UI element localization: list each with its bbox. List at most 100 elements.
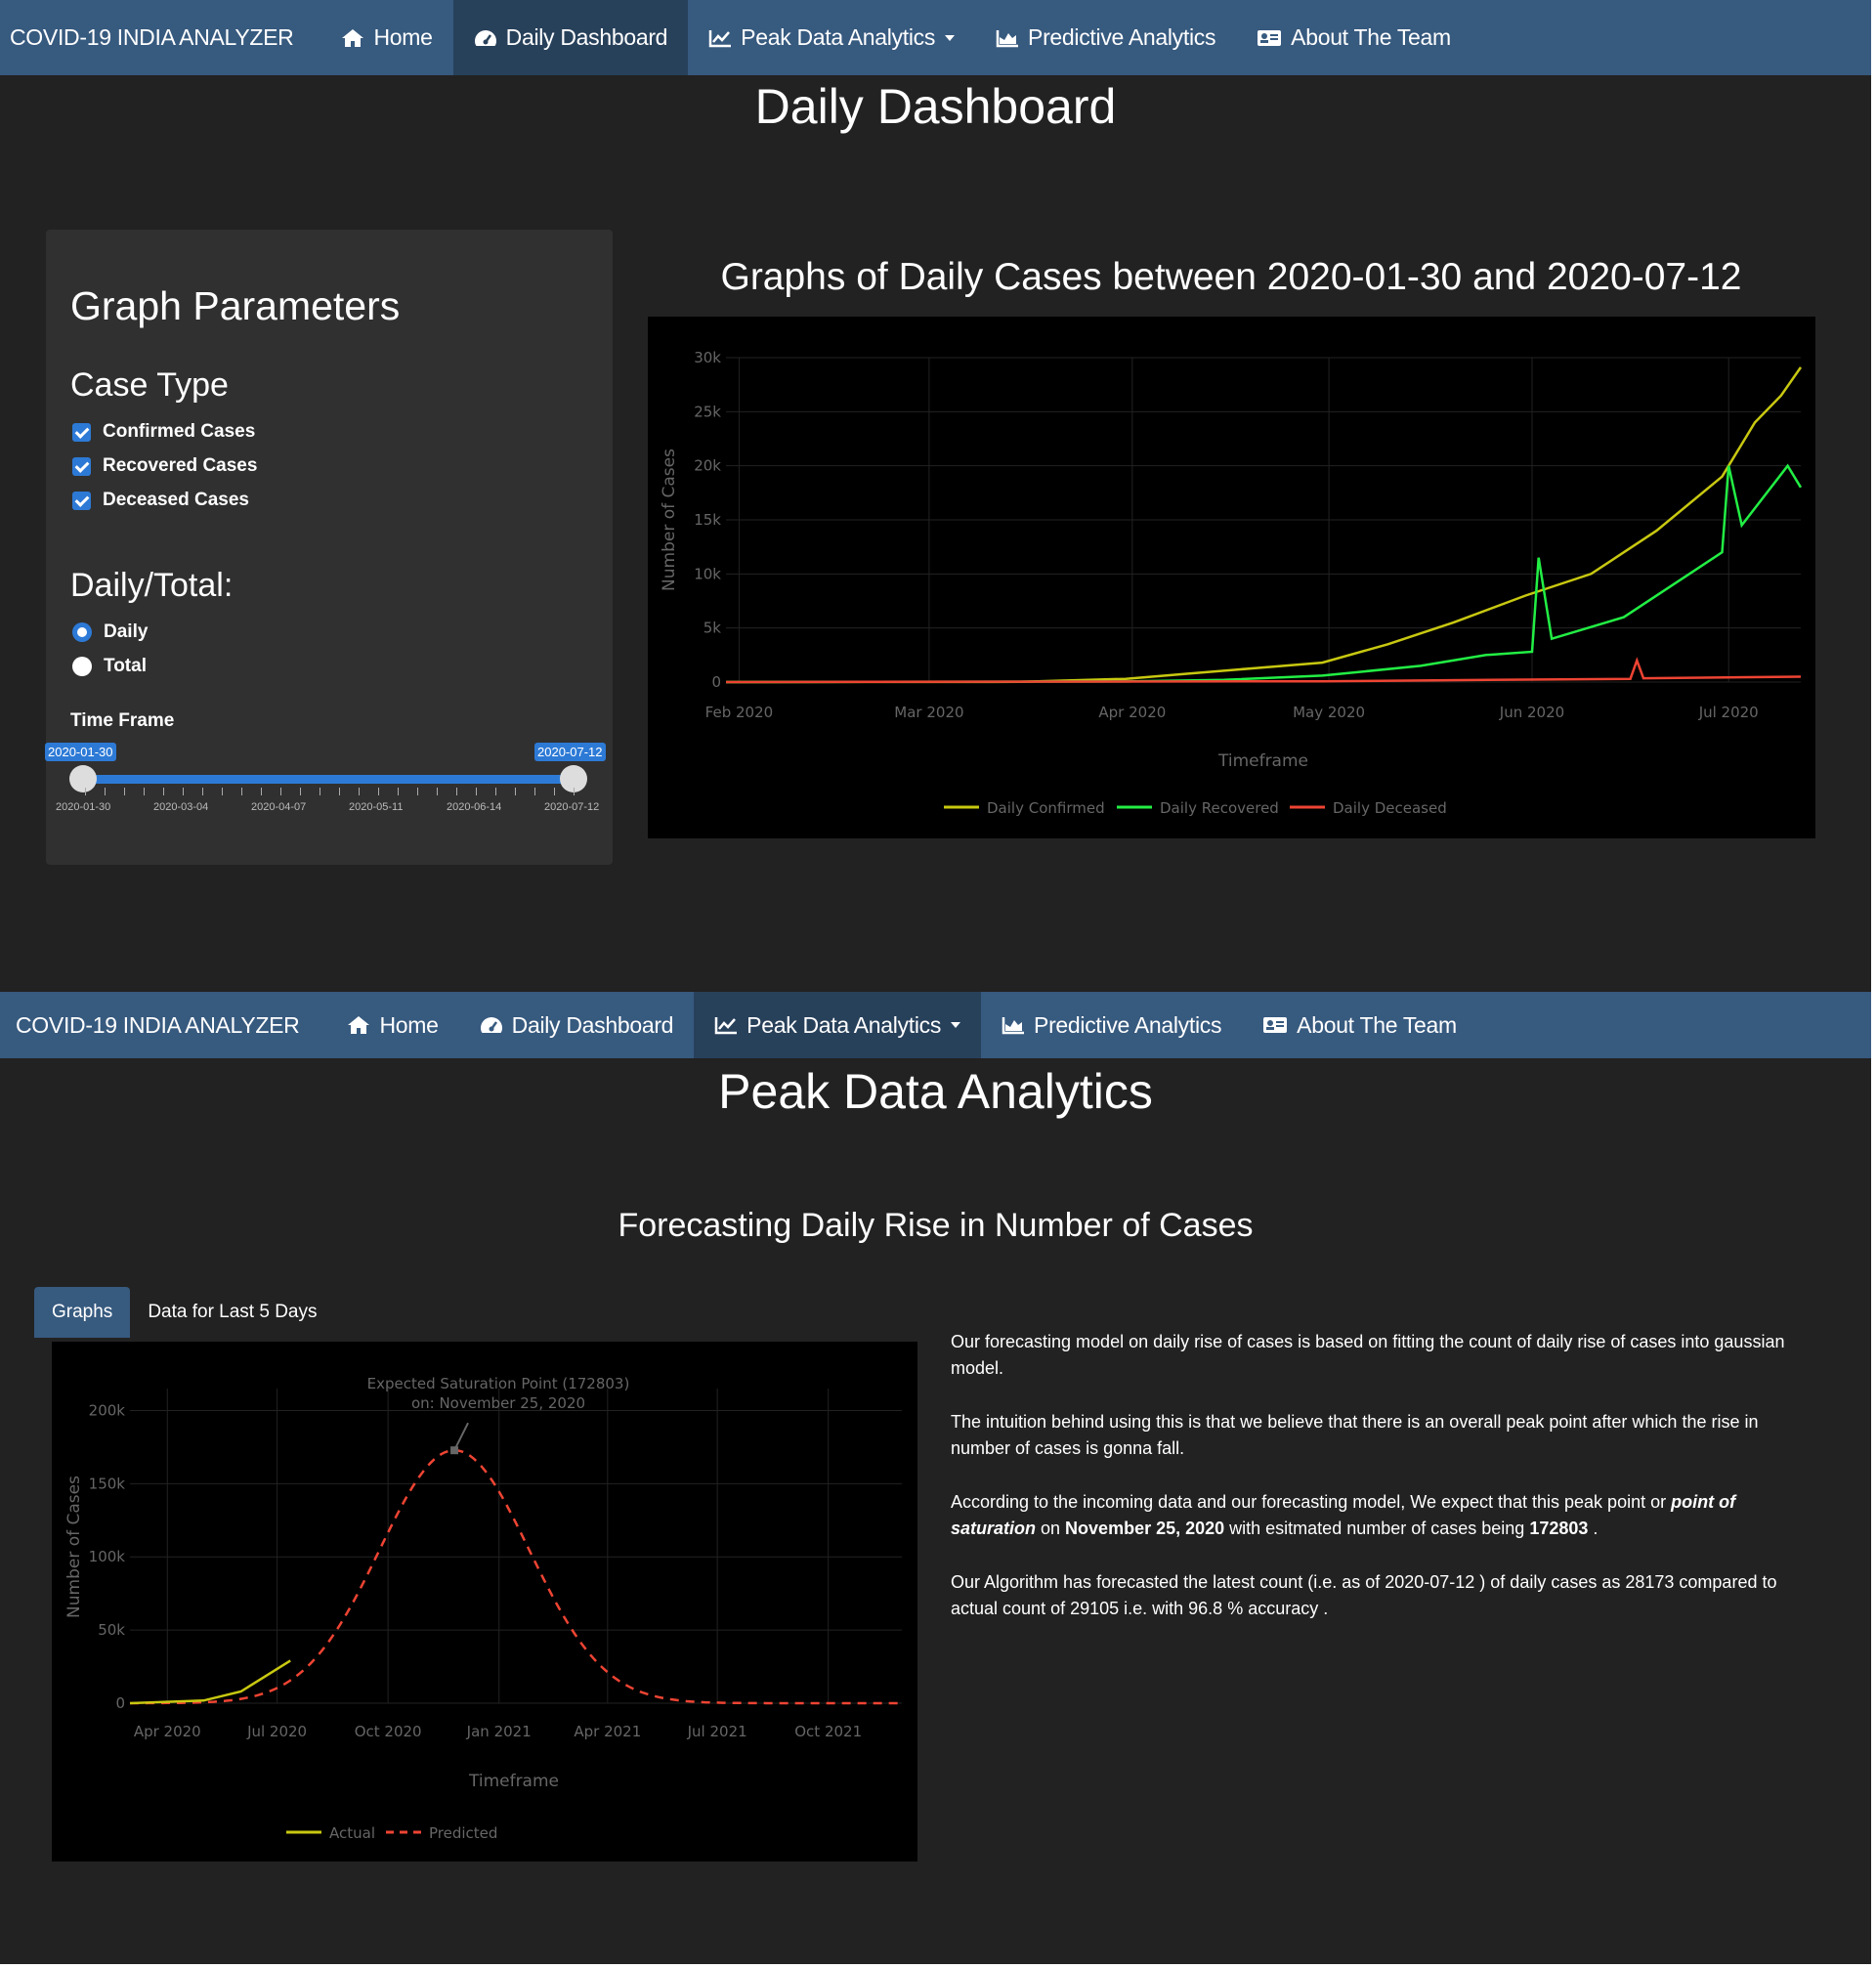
radio-label: Daily	[104, 621, 149, 642]
description-paragraph: According to the incoming data and our f…	[951, 1489, 1811, 1542]
y-tick-label: 0	[711, 673, 721, 691]
navbar: COVID-19 INDIA ANALYZER Home Daily Dashb…	[0, 0, 1871, 75]
y-tick-label: 30k	[694, 349, 721, 366]
annotation-marker	[450, 1446, 459, 1455]
slider-tick	[339, 788, 340, 795]
slider-tick	[554, 788, 555, 795]
nav-home[interactable]: Home	[320, 0, 452, 75]
x-tick-label: Jul 2020	[246, 1723, 307, 1740]
tab-graphs[interactable]: Graphs	[34, 1287, 131, 1338]
slider-tick-label: 2020-07-12	[544, 801, 600, 813]
y-tick-label: 100k	[89, 1548, 126, 1565]
description-paragraph: Our forecasting model on daily rise of c…	[951, 1332, 1785, 1378]
slider-tick	[378, 788, 379, 795]
slider-to-badge: 2020-07-12	[534, 743, 606, 761]
slider-tick	[144, 788, 145, 795]
checkbox-checked-icon	[72, 422, 91, 442]
checkbox-label: Deceased Cases	[103, 490, 249, 510]
x-tick-label: Jul 2021	[687, 1723, 747, 1740]
time-frame-label: Time Frame	[70, 710, 175, 731]
nav-peak-label: Peak Data Analytics	[741, 24, 936, 50]
slider-tick	[222, 788, 223, 795]
brand[interactable]: COVID-19 INDIA ANALYZER	[0, 0, 320, 75]
radio-empty-icon	[72, 657, 92, 676]
peak-date: November 25, 2020	[1065, 1519, 1225, 1538]
nav-peak-data-analytics[interactable]: Peak Data Analytics	[688, 0, 975, 75]
daily-total-label: Daily/Total:	[70, 567, 234, 604]
slider-tick-label: 2020-03-04	[153, 801, 209, 813]
slider-tick	[437, 788, 438, 795]
slider-tick	[534, 788, 535, 795]
description-paragraph: The intuition behind using this is that …	[951, 1412, 1759, 1458]
x-axis-title: Timeframe	[468, 1772, 559, 1791]
y-tick-label: 10k	[694, 565, 721, 582]
slider-tick	[300, 788, 301, 795]
chart-title: Graphs of Daily Cases between 2020-01-30…	[720, 256, 1742, 298]
checkbox-confirmed[interactable]: Confirmed Cases	[72, 421, 255, 443]
tab-last-5-days[interactable]: Data for Last 5 Days	[130, 1287, 334, 1338]
brand[interactable]: COVID-19 INDIA ANALYZER	[0, 992, 326, 1058]
slider-tick	[124, 788, 125, 795]
y-tick-label: 5k	[704, 620, 722, 637]
slider-tick-label: 2020-04-07	[251, 801, 307, 813]
x-tick-label: Oct 2021	[794, 1723, 862, 1740]
y-tick-label: 200k	[89, 1401, 126, 1419]
forecast-chart-svg[interactable]: 0 50k 100k 150k 200k Apr 2020 Jul 2020 Oct 2020…	[52, 1342, 917, 1862]
nav-predictive-label: Predictive Analytics	[1028, 24, 1216, 50]
id-card-icon	[1258, 29, 1282, 46]
y-axis-title: Number of Cases	[64, 1476, 84, 1618]
forecast-chart: 0 50k 100k 150k 200k Apr 2020 Jul 2020 Oct 2020…	[52, 1342, 917, 1862]
checkbox-recovered[interactable]: Recovered Cases	[72, 455, 257, 477]
slider-tick	[456, 788, 457, 795]
x-tick-label: Feb 2020	[705, 704, 774, 721]
y-axis-title: Number of Cases	[660, 449, 679, 591]
checkbox-label: Confirmed Cases	[103, 421, 256, 442]
nav-about-team[interactable]: About The Team	[1242, 992, 1477, 1058]
checkbox-checked-icon	[72, 491, 91, 510]
line-chart-icon	[708, 29, 732, 47]
nav-home-label: Home	[373, 24, 433, 50]
legend-label: Daily Recovered	[1160, 799, 1279, 817]
nav-about-team[interactable]: About The Team	[1236, 0, 1471, 75]
x-tick-label: Apr 2020	[1098, 704, 1166, 721]
section-subtitle: Forecasting Daily Rise in Number of Case…	[618, 1207, 1254, 1244]
checkbox-checked-icon	[72, 456, 91, 476]
peak-data-analytics-screen: COVID-19 INDIA ANALYZER Home Daily Dashb…	[0, 992, 1871, 1964]
nav-predictive-analytics[interactable]: Predictive Analytics	[975, 0, 1236, 75]
nav-peak-data-analytics[interactable]: Peak Data Analytics	[694, 992, 982, 1058]
page-title: Daily Dashboard	[754, 79, 1117, 134]
nav-predictive-analytics[interactable]: Predictive Analytics	[981, 992, 1242, 1058]
legend-label: Daily Confirmed	[987, 799, 1105, 817]
navbar: COVID-19 INDIA ANALYZER Home Daily Dashb…	[0, 992, 1871, 1058]
nav-daily-dashboard[interactable]: Daily Dashboard	[452, 0, 689, 75]
slider-range[interactable]	[85, 775, 574, 784]
series-actual-line	[129, 1659, 291, 1705]
slider-tick	[163, 788, 164, 795]
nav-predictive-label: Predictive Analytics	[1034, 1011, 1222, 1038]
slider-tick-label: 2020-06-14	[447, 801, 502, 813]
x-tick-label: Jul 2020	[1698, 704, 1759, 721]
legend-label: Actual	[329, 1824, 375, 1842]
slider-tick-label: 2020-01-30	[56, 801, 111, 813]
series-confirmed-line	[725, 366, 1803, 684]
checkbox-deceased[interactable]: Deceased Cases	[72, 490, 249, 511]
series-predicted-line	[130, 1448, 901, 1705]
panel-title: Graph Parameters	[70, 283, 401, 328]
slider-tick	[398, 788, 399, 795]
radio-daily[interactable]: Daily	[72, 621, 148, 643]
x-tick-label: Jan 2021	[466, 1723, 532, 1740]
chevron-down-icon	[945, 34, 956, 41]
radio-total[interactable]: Total	[72, 656, 147, 677]
slider-tick-label: 2020-05-11	[349, 801, 404, 813]
nav-home[interactable]: Home	[326, 992, 458, 1058]
slider-handle-from[interactable]	[69, 765, 97, 792]
nav-daily-dashboard[interactable]: Daily Dashboard	[459, 992, 695, 1058]
text: According to the incoming data and our f…	[951, 1492, 1672, 1512]
slider-tick	[515, 788, 516, 795]
slider-from-badge: 2020-01-30	[45, 743, 116, 761]
slider-tick	[241, 788, 242, 795]
daily-cases-chart-svg[interactable]: 0 5k 10k 15k 20k 25k 30k Feb 2020 Mar 2020 Apr 20…	[648, 317, 1815, 838]
graph-parameters-panel: Graph Parameters Case Type Confirmed Cas…	[45, 230, 613, 865]
peak-value: 172803	[1529, 1519, 1589, 1538]
tab-bar: Graphs Data for Last 5 Days	[34, 1287, 335, 1338]
